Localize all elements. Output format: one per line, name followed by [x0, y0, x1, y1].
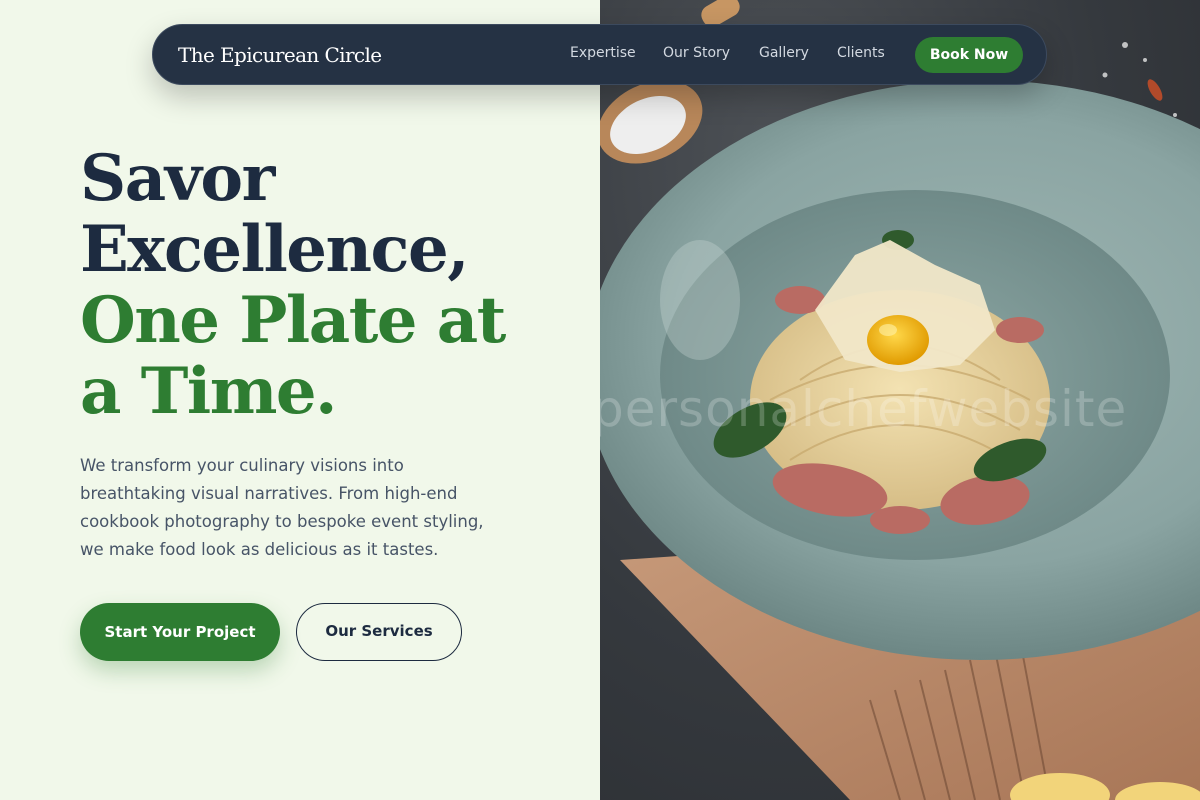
nav-link-gallery[interactable]: Gallery [759, 45, 809, 61]
headline-line-4: a Time. [80, 354, 337, 429]
watermark-text: personalchefwebsite [600, 380, 1128, 438]
egg-yolk [867, 315, 929, 365]
headline-line-2: Excellence, [80, 212, 469, 287]
brand-logo-text[interactable]: The Epicurean Circle [178, 43, 382, 67]
nav-link-our-story[interactable]: Our Story [663, 45, 730, 61]
hero-description: We transform your culinary visions into … [80, 456, 484, 559]
nav-link-clients[interactable]: Clients [837, 45, 885, 61]
headline-line-1: Savor [80, 141, 275, 216]
hero-headline: Savor Excellence, One Plate at a Time. [80, 141, 506, 429]
headline-line-3: One Plate at [80, 283, 506, 358]
hero-food-image: personalchefwebsite [600, 0, 1200, 800]
nav-link-expertise[interactable]: Expertise [570, 45, 636, 61]
our-services-button[interactable]: Our Services [296, 603, 462, 661]
book-now-button[interactable]: Book Now [915, 37, 1023, 73]
hero-left-panel: Savor Excellence, One Plate at a Time. W… [0, 0, 600, 800]
start-project-button[interactable]: Start Your Project [80, 603, 280, 661]
top-navbar: The Epicurean Circle Expertise Our Story… [152, 24, 1047, 85]
